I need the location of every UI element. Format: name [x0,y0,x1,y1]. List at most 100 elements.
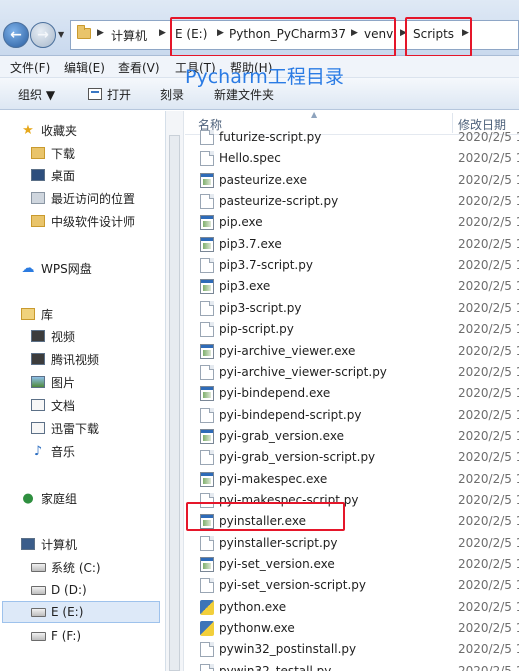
file-row[interactable]: pyi-archive_viewer-script.py 2020/2/5 1 [185,362,519,383]
exe-file-icon [200,557,214,572]
star-icon: ★ [22,122,34,138]
file-row[interactable]: pip3.7.exe 2020/2/5 1 [185,234,519,255]
file-name: pyi-set_version-script.py [219,578,366,593]
chevron-right-icon[interactable]: ▶ [97,28,104,38]
menu-edit[interactable]: 编辑(E) [64,59,105,76]
file-row[interactable]: pyi-grab_version-script.py 2020/2/5 1 [185,447,519,468]
nav-label: 图片 [51,375,76,390]
chevron-right-icon[interactable]: ▶ [400,28,407,38]
file-name: pyi-grab_version.exe [219,428,344,443]
file-date: 2020/2/5 1 [458,322,519,337]
nav-label: 桌面 [51,168,76,183]
nav-wps[interactable]: ☁ WPS网盘 [20,257,92,279]
file-row[interactable]: pip.exe 2020/2/5 1 [185,212,519,233]
sort-arrow-icon: ▲ [311,111,318,119]
history-dropdown-icon[interactable]: ▼ [58,30,64,39]
breadcrumb-venv[interactable]: venv [364,27,393,41]
file-name: pyinstaller.exe [219,514,306,529]
file-row[interactable]: pyi-bindepend.exe 2020/2/5 1 [185,383,519,404]
chevron-right-icon[interactable]: ▶ [462,28,469,38]
chevron-right-icon[interactable]: ▶ [217,28,224,38]
file-row[interactable]: pasteurize-script.py 2020/2/5 1 [185,191,519,212]
file-date: 2020/2/5 1 [458,130,519,144]
nav-label: 最近访问的位置 [51,191,136,206]
file-row[interactable]: pyi-makespec.exe 2020/2/5 1 [185,469,519,490]
file-row[interactable]: pip-script.py 2020/2/5 1 [185,319,519,340]
nav-tencent-video[interactable]: 腾讯视频 [30,348,99,370]
nav-label: 迅雷下载 [51,421,100,436]
nav-downloads[interactable]: 下载 [30,142,75,164]
menu-file[interactable]: 文件(F) [10,59,50,76]
back-button[interactable]: ← [3,22,29,48]
file-date: 2020/2/5 1 [458,578,519,593]
breadcrumb-project[interactable]: Python_PyCharm37 [229,27,346,41]
nav-drive-c[interactable]: 系统 (C:) [30,556,101,578]
file-date: 2020/2/5 1 [458,215,519,230]
chevron-right-icon[interactable]: ▶ [351,28,358,38]
nav-computer[interactable]: 计算机 [20,533,77,555]
nav-videos[interactable]: 视频 [30,325,75,347]
file-row[interactable]: pyi-set_version-script.py 2020/2/5 1 [185,575,519,596]
file-row[interactable]: pip3-script.py 2020/2/5 1 [185,298,519,319]
open-label: 打开 [107,88,132,102]
file-row[interactable]: pip3.exe 2020/2/5 1 [185,276,519,297]
script-file-icon [200,642,214,658]
file-row[interactable]: python.exe 2020/2/5 1 [185,597,519,618]
script-file-icon [200,407,214,423]
nav-favorites[interactable]: ★ 收藏夹 [20,119,77,141]
file-list: ▲ 名称 修改日期 futurize-script.py 2020/2/5 1 He… [185,111,519,671]
nav-drive-f[interactable]: F (F:) [30,625,81,647]
nav-xunlei[interactable]: 迅雷下载 [30,417,99,439]
menu-view[interactable]: 查看(V) [118,59,160,76]
file-row[interactable]: pasteurize.exe 2020/2/5 1 [185,170,519,191]
file-row[interactable]: pyi-bindepend-script.py 2020/2/5 1 [185,405,519,426]
file-row[interactable]: pyi-archive_viewer.exe 2020/2/5 1 [185,341,519,362]
nav-desktop[interactable]: 桌面 [30,164,75,186]
file-date: 2020/2/5 1 [458,514,519,529]
nav-music[interactable]: ♪ 音乐 [30,440,75,462]
address-bar[interactable]: ▶ 计算机 ▶ E (E:) ▶ Python_PyCharm37 ▶ venv… [70,20,519,50]
file-name: Hello.spec [219,151,281,166]
file-row[interactable]: pywin32_testall.py 2020/2/5 1 [185,661,519,671]
nav-recent[interactable]: 最近访问的位置 [30,187,135,209]
nav-pictures[interactable]: 图片 [30,371,75,393]
file-date: 2020/2/5 1 [458,258,519,273]
breadcrumb-drive-e[interactable]: E (E:) [175,27,207,41]
file-row[interactable]: pyinstaller.exe 2020/2/5 1 [185,511,519,532]
video-icon [30,328,46,344]
burn-button[interactable]: 刻录 [160,86,184,103]
file-row[interactable]: pip3.7-script.py 2020/2/5 1 [185,255,519,276]
chevron-right-icon[interactable]: ▶ [159,28,166,38]
video-icon [30,351,46,367]
file-date: 2020/2/5 1 [458,450,519,465]
open-button[interactable]: 打开 [88,86,131,103]
organize-button[interactable]: 组织 ▼ [18,86,55,103]
navigation-pane: ★ 收藏夹 下载 桌面 最近访问的位置 中级软件设计师 ☁ WPS网盘 库 视频 腾… [0,111,166,671]
arrow-left-icon: ← [10,27,22,43]
file-row[interactable]: pyi-makespec-script.py 2020/2/5 1 [185,490,519,511]
file-row[interactable]: futurize-script.py 2020/2/5 1 [185,127,519,148]
file-row[interactable]: pyinstaller-script.py 2020/2/5 1 [185,533,519,554]
breadcrumb-scripts[interactable]: Scripts [413,27,454,41]
nav-label: 中级软件设计师 [51,214,136,229]
file-name: pyi-bindepend-script.py [219,407,362,422]
scrollbar[interactable] [169,135,180,671]
open-icon [88,88,102,100]
nav-drive-d[interactable]: D (D:) [30,579,87,601]
file-row[interactable]: pyi-grab_version.exe 2020/2/5 1 [185,426,519,447]
file-row[interactable]: pythonw.exe 2020/2/5 1 [185,618,519,639]
file-row[interactable]: pywin32_postinstall.py 2020/2/5 1 [185,639,519,660]
nav-libraries[interactable]: 库 [20,303,53,325]
forward-button[interactable]: → [30,22,56,48]
file-date: 2020/2/5 1 [458,407,519,422]
nav-drive-e[interactable]: E (E:) [2,601,160,623]
nav-documents[interactable]: 文档 [30,394,75,416]
nav-homegroup[interactable]: ● 家庭组 [20,487,77,509]
file-row[interactable]: Hello.spec 2020/2/5 1 [185,148,519,169]
nav-label: 系统 (C:) [51,560,101,575]
breadcrumb-computer[interactable]: 计算机 [111,27,147,44]
library-icon [20,306,36,322]
script-file-icon [200,663,214,671]
file-row[interactable]: pyi-set_version.exe 2020/2/5 1 [185,554,519,575]
nav-custom-folder[interactable]: 中级软件设计师 [30,210,135,232]
